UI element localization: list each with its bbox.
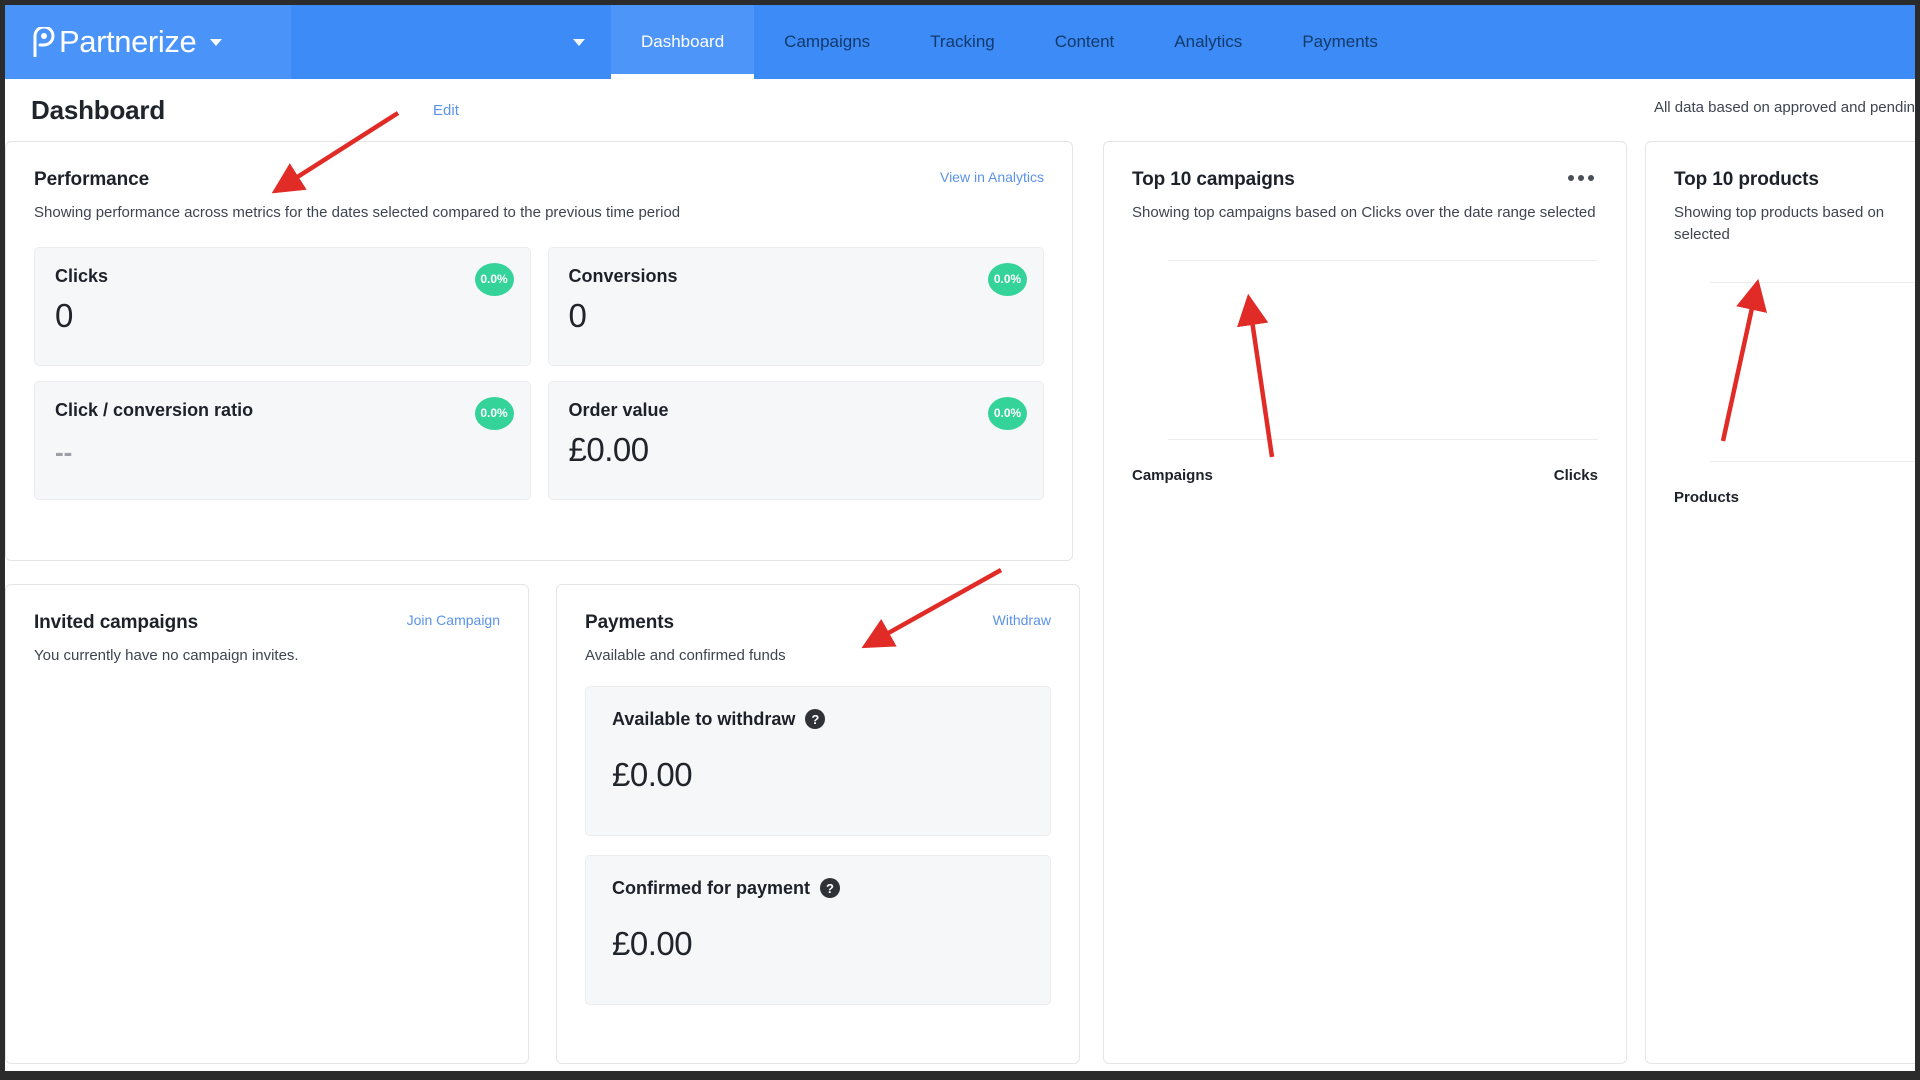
nav-tab-tracking[interactable]: Tracking bbox=[900, 5, 1025, 79]
performance-subtitle: Showing performance across metrics for t… bbox=[34, 204, 681, 221]
metric-change-badge: 0.0% bbox=[988, 396, 1027, 430]
payments-card: Payments Withdraw Available and confirme… bbox=[556, 584, 1080, 1064]
metric-tile-clicks[interactable]: Clicks 0 0.0% bbox=[34, 246, 531, 366]
top-navigation-bar: Partnerize Dashboard Campaigns Tracking … bbox=[5, 5, 1915, 79]
payments-subtitle: Available and confirmed funds bbox=[585, 647, 786, 664]
metric-tile-click-conversion-ratio[interactable]: Click / conversion ratio -- 0.0% bbox=[34, 380, 531, 500]
invited-campaigns-card: Invited campaigns Join Campaign You curr… bbox=[5, 584, 529, 1064]
view-in-analytics-link[interactable]: View in Analytics bbox=[940, 169, 1044, 185]
chart-gridline-top bbox=[1710, 281, 1915, 283]
page-header: Dashboard Edit All data based on approve… bbox=[5, 79, 1915, 141]
metric-change-badge: 0.0% bbox=[988, 262, 1027, 296]
available-to-withdraw-tile: Available to withdraw ? £0.00 bbox=[585, 685, 1051, 836]
performance-card-header: Performance View in Analytics bbox=[34, 169, 1044, 191]
nav-tab-label: Tracking bbox=[930, 32, 995, 51]
edit-dashboard-link[interactable]: Edit bbox=[433, 102, 459, 119]
metric-value: £0.00 bbox=[568, 430, 650, 468]
help-icon[interactable]: ? bbox=[820, 878, 841, 899]
metric-change-badge: 0.0% bbox=[474, 396, 514, 430]
top-products-subtitle: Showing top products based on selected bbox=[1674, 202, 1915, 246]
app-viewport: Partnerize Dashboard Campaigns Tracking … bbox=[5, 5, 1915, 1071]
axis-label-campaigns: Campaigns bbox=[1132, 466, 1213, 484]
top-products-axis-row: Products bbox=[1674, 489, 1915, 506]
top-products-header: Top 10 products bbox=[1674, 169, 1915, 191]
join-campaign-link[interactable]: Join Campaign bbox=[407, 612, 500, 628]
metric-label: Order value bbox=[568, 399, 669, 420]
top-campaigns-title: Top 10 campaigns bbox=[1132, 169, 1295, 190]
nav-tab-label: Campaigns bbox=[784, 32, 871, 51]
help-icon[interactable]: ? bbox=[805, 709, 826, 730]
data-basis-note: All data based on approved and pendin bbox=[1653, 99, 1915, 116]
confirmed-for-payment-tile: Confirmed for payment ? £0.00 bbox=[585, 854, 1051, 1005]
performance-metric-grid: Clicks 0 0.0% Conversions 0 0.0% Click /… bbox=[34, 246, 1044, 500]
account-chevron-down-icon[interactable] bbox=[573, 38, 585, 46]
nav-tab-dashboard[interactable]: Dashboard bbox=[611, 5, 755, 79]
metric-value: -- bbox=[55, 436, 73, 467]
metric-tile-conversions[interactable]: Conversions 0 0.0% bbox=[547, 246, 1044, 366]
payments-card-header: Payments Withdraw bbox=[585, 612, 1051, 634]
chart-gridline-bottom bbox=[1710, 460, 1915, 462]
performance-title: Performance bbox=[34, 169, 150, 190]
top-products-subtitle-line2: selected bbox=[1674, 225, 1730, 243]
nav-tab-label: Analytics bbox=[1174, 32, 1243, 51]
nav-tab-payments[interactable]: Payments bbox=[1272, 5, 1408, 79]
top-products-card: Top 10 products Showing top products bas… bbox=[1645, 141, 1915, 1064]
available-to-withdraw-value: £0.00 bbox=[612, 755, 693, 793]
top-products-chart-area bbox=[1674, 281, 1915, 462]
top-products-title: Top 10 products bbox=[1674, 169, 1819, 190]
axis-label-products: Products bbox=[1674, 488, 1740, 506]
metric-label: Conversions bbox=[568, 265, 678, 286]
available-to-withdraw-label-row: Available to withdraw ? bbox=[612, 709, 1024, 730]
invited-campaigns-title: Invited campaigns bbox=[34, 612, 199, 633]
top-campaigns-chart-area bbox=[1132, 259, 1598, 440]
top-products-subtitle-line1: Showing top products based on bbox=[1674, 204, 1885, 221]
chart-gridline-bottom bbox=[1168, 438, 1598, 440]
invited-campaigns-header: Invited campaigns Join Campaign bbox=[34, 612, 500, 634]
nav-tab-label: Payments bbox=[1302, 32, 1378, 51]
metric-tile-order-value[interactable]: Order value £0.00 0.0% bbox=[547, 380, 1044, 500]
top-campaigns-header: Top 10 campaigns bbox=[1132, 169, 1598, 191]
confirmed-for-payment-label-row: Confirmed for payment ? bbox=[612, 878, 1024, 899]
metric-label: Click / conversion ratio bbox=[55, 399, 254, 420]
screenshot-frame: Partnerize Dashboard Campaigns Tracking … bbox=[0, 0, 1920, 1080]
chart-gridline-top bbox=[1168, 259, 1598, 261]
page-title: Dashboard bbox=[31, 94, 166, 125]
nav-tab-content[interactable]: Content bbox=[1025, 5, 1145, 79]
account-selector[interactable] bbox=[291, 5, 611, 79]
brand-name: Partnerize bbox=[59, 24, 197, 59]
brand-chevron-down-icon[interactable] bbox=[210, 38, 223, 46]
invited-campaigns-empty-text: You currently have no campaign invites. bbox=[34, 647, 299, 664]
nav-tab-label: Dashboard bbox=[641, 32, 725, 51]
top-campaigns-subtitle: Showing top campaigns based on Clicks ov… bbox=[1132, 204, 1596, 221]
confirmed-for-payment-value: £0.00 bbox=[612, 924, 693, 962]
partnerize-mark-icon bbox=[31, 27, 57, 57]
nav-tab-label: Content bbox=[1054, 32, 1115, 51]
top-campaigns-card: Top 10 campaigns Showing top campaigns b… bbox=[1103, 141, 1627, 1064]
available-to-withdraw-label: Available to withdraw bbox=[612, 708, 796, 729]
nav-tab-campaigns[interactable]: Campaigns bbox=[754, 5, 900, 79]
payments-title: Payments bbox=[585, 612, 674, 633]
partnerize-logo: Partnerize bbox=[31, 24, 197, 60]
metric-value: 0 bbox=[55, 296, 73, 334]
brand-block[interactable]: Partnerize bbox=[5, 5, 291, 79]
nav-tab-list: Dashboard Campaigns Tracking Content Ana… bbox=[611, 5, 1915, 79]
more-options-icon[interactable] bbox=[1564, 169, 1598, 187]
confirmed-for-payment-label: Confirmed for payment bbox=[612, 877, 811, 898]
performance-card: Performance View in Analytics Showing pe… bbox=[5, 141, 1073, 561]
withdraw-link[interactable]: Withdraw bbox=[993, 612, 1051, 628]
nav-tab-analytics[interactable]: Analytics bbox=[1144, 5, 1272, 79]
metric-label: Clicks bbox=[55, 265, 109, 286]
axis-label-clicks: Clicks bbox=[1553, 466, 1598, 484]
metric-change-badge: 0.0% bbox=[474, 262, 514, 296]
metric-value: 0 bbox=[568, 296, 587, 334]
top-campaigns-axis-row: Campaigns Clicks bbox=[1132, 467, 1598, 484]
